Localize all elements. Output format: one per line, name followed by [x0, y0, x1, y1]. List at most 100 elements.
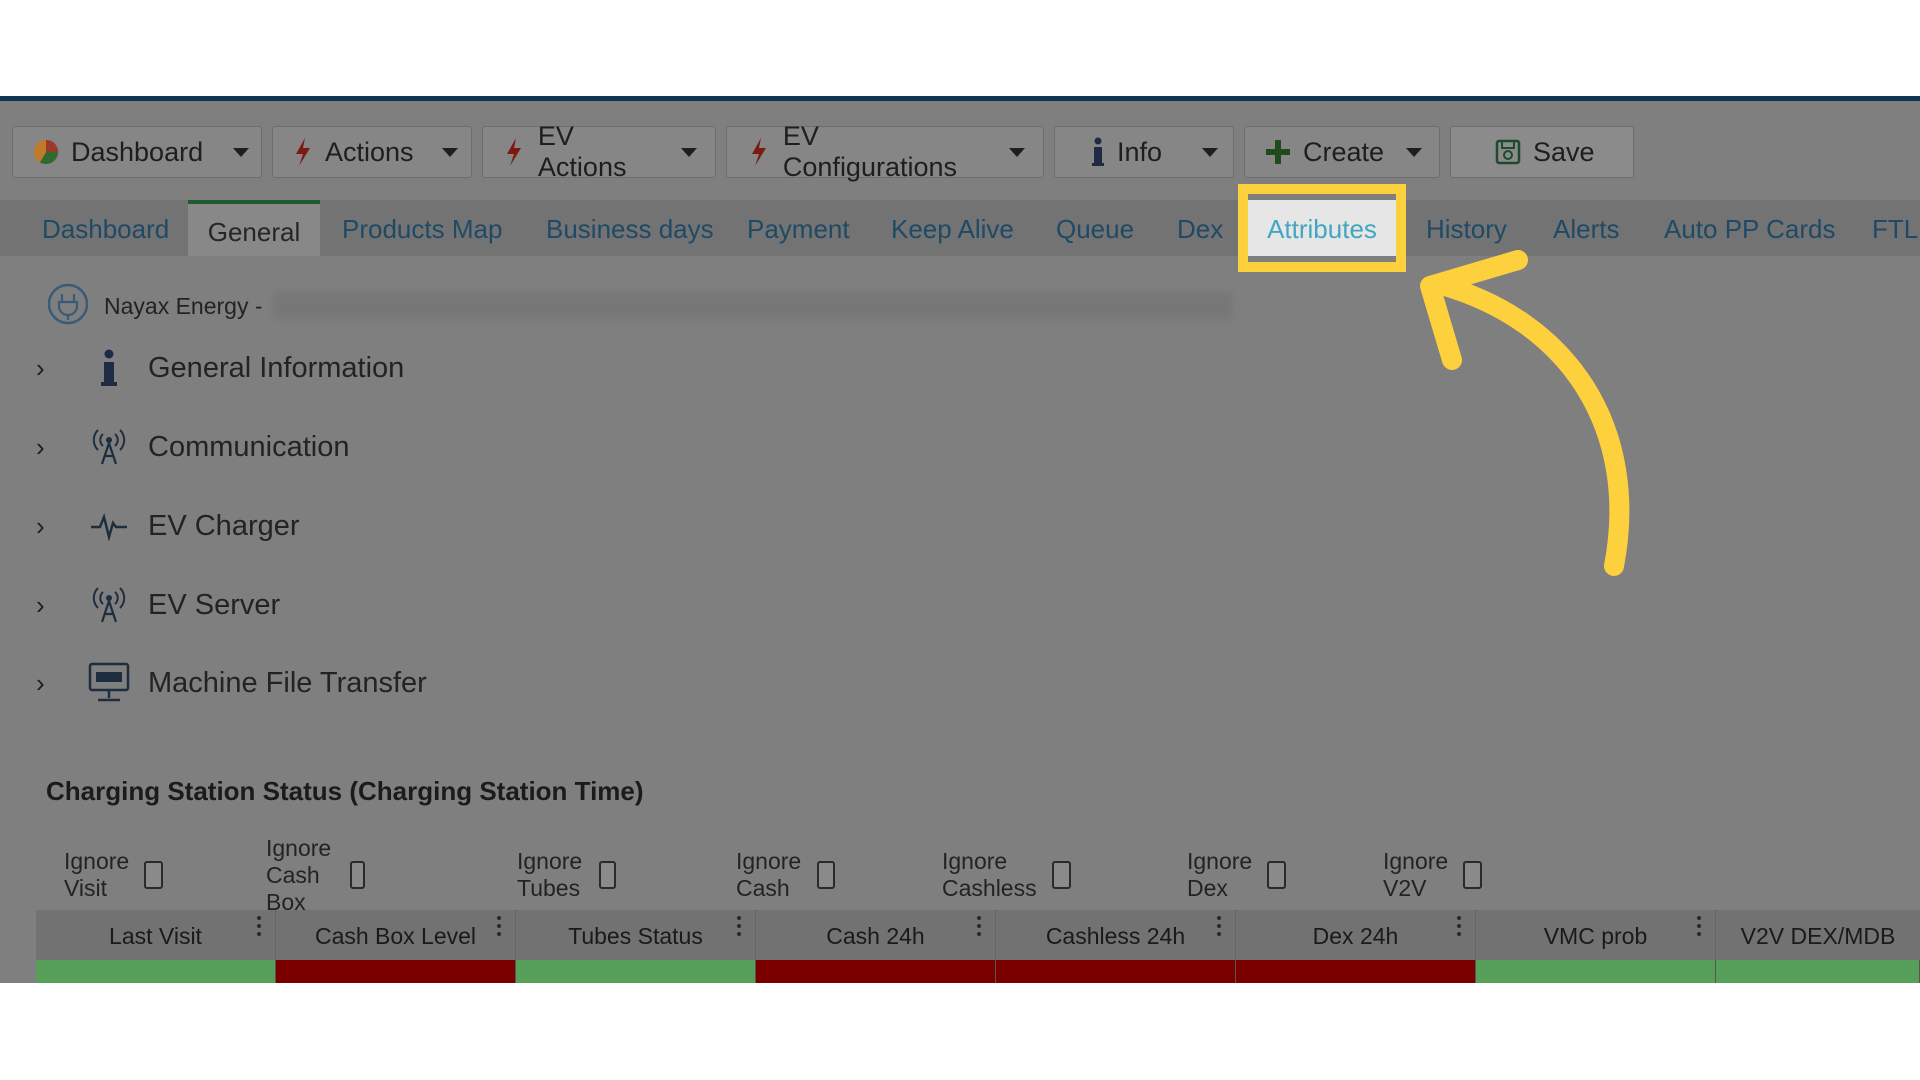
status-grid-row: [36, 960, 1920, 983]
dashboard-menu-label: Dashboard: [71, 136, 204, 167]
toolbar: Dashboard Actions EV Actions EV Configur…: [12, 121, 1634, 182]
section-general-information[interactable]: › General Information: [36, 340, 404, 396]
tab-history[interactable]: History: [1426, 200, 1507, 256]
section-ev-server[interactable]: › EV Server: [36, 577, 280, 633]
ignore-dex-checkbox[interactable]: [1266, 861, 1287, 889]
column-menu-icon[interactable]: [737, 916, 741, 940]
option-label: Ignore Cashless: [942, 848, 1037, 901]
ignore-v2v-option: Ignore V2V: [1383, 848, 1483, 901]
ignore-cash-box-checkbox[interactable]: [350, 861, 366, 889]
column-label: Last Visit: [109, 923, 202, 949]
column-header-cash-box-level[interactable]: Cash Box Level: [276, 910, 516, 960]
tab-dex[interactable]: Dex: [1177, 200, 1223, 256]
section-machine-file-transfer[interactable]: › Machine File Transfer: [36, 655, 427, 711]
column-header-dex-24h[interactable]: Dex 24h: [1236, 910, 1476, 960]
tab-queue[interactable]: Queue: [1056, 200, 1134, 256]
column-label: Cashless 24h: [1045, 923, 1186, 949]
section-communication[interactable]: › Communication: [36, 419, 349, 475]
column-header-last-visit[interactable]: Last Visit: [36, 910, 276, 960]
column-label: VMC prob: [1543, 923, 1648, 949]
tab-general[interactable]: General: [188, 200, 320, 256]
tab-keep-alive[interactable]: Keep Alive: [891, 200, 1014, 256]
column-menu-icon[interactable]: [497, 916, 501, 940]
option-label: Ignore Visit: [64, 848, 130, 901]
chevron-right-icon: ›: [36, 352, 45, 383]
column-menu-icon[interactable]: [257, 916, 261, 940]
antenna-icon: [86, 582, 132, 628]
ftp-monitor-icon: [86, 660, 132, 706]
column-label: Cash Box Level: [314, 923, 477, 949]
ignore-v2v-checkbox[interactable]: [1462, 861, 1483, 889]
ignore-visit-checkbox[interactable]: [143, 861, 164, 889]
column-menu-icon[interactable]: [1457, 916, 1461, 940]
chevron-down-icon: [441, 147, 458, 157]
dashboard-menu-button[interactable]: Dashboard: [12, 126, 262, 178]
section-title: EV Server: [148, 588, 281, 621]
section-ev-charger[interactable]: › EV Charger: [36, 498, 300, 554]
section-title: EV Charger: [148, 509, 300, 542]
column-menu-icon[interactable]: [1217, 916, 1221, 940]
column-label: V2V DEX/MDB: [1740, 923, 1896, 949]
tab-dashboard[interactable]: Dashboard: [42, 200, 169, 256]
info-menu-label: Info: [1117, 136, 1163, 167]
save-label: Save: [1533, 136, 1595, 167]
ignore-cashless-option: Ignore Cashless: [942, 848, 1071, 901]
ignore-cash-option: Ignore Cash: [736, 848, 836, 901]
device-header: Nayax Energy -: [46, 283, 1233, 326]
device-name-redacted: [272, 292, 1233, 320]
column-label: Cash 24h: [826, 923, 925, 949]
option-label: Ignore Cash Box: [266, 834, 332, 915]
ignore-cashless-checkbox[interactable]: [1051, 861, 1071, 889]
actions-menu-button[interactable]: Actions: [272, 126, 472, 178]
chevron-right-icon: ›: [36, 667, 45, 698]
status-cell: [996, 960, 1236, 983]
chevron-down-icon: [681, 147, 697, 157]
ignore-tubes-checkbox[interactable]: [598, 861, 617, 889]
info-menu-button[interactable]: Info: [1054, 126, 1234, 178]
status-grid-header: Last Visit Cash Box Level Tubes Status C…: [36, 910, 1920, 960]
status-cell: [756, 960, 996, 983]
column-menu-icon[interactable]: [1697, 916, 1701, 940]
column-label: Dex 24h: [1312, 923, 1399, 949]
column-header-cashless-24h[interactable]: Cashless 24h: [996, 910, 1236, 960]
option-label: Ignore Dex: [1187, 848, 1253, 901]
power-plug-icon: [46, 282, 90, 331]
ignore-cash-checkbox[interactable]: [816, 861, 836, 889]
chevron-down-icon: [1009, 147, 1025, 157]
device-label: Nayax Energy -: [104, 292, 263, 319]
option-label: Ignore V2V: [1383, 848, 1449, 901]
tab-alerts[interactable]: Alerts: [1553, 200, 1619, 256]
column-header-v2v-dex-mdb[interactable]: V2V DEX/MDB: [1716, 910, 1920, 960]
status-title: Charging Station Status (Charging Statio…: [46, 776, 644, 806]
pie-chart-icon: [33, 137, 59, 167]
column-header-cash-24h[interactable]: Cash 24h: [756, 910, 996, 960]
chevron-down-icon: [233, 147, 250, 157]
section-title: Communication: [148, 430, 350, 463]
chevron-down-icon: [1202, 147, 1219, 157]
app-frame: Dashboard Actions EV Actions EV Configur…: [0, 96, 1920, 983]
tab-products-map[interactable]: Products Map: [342, 200, 502, 256]
option-label: Ignore Cash: [736, 848, 802, 901]
ev-configurations-menu-label: EV Configurations: [782, 121, 958, 182]
tab-auto-pp-cards[interactable]: Auto PP Cards: [1664, 200, 1836, 256]
column-header-vmc-prob[interactable]: VMC prob: [1476, 910, 1716, 960]
tab-business-days[interactable]: Business days: [546, 200, 714, 256]
create-menu-button[interactable]: Create: [1244, 126, 1440, 178]
column-menu-icon[interactable]: [977, 916, 981, 940]
chevron-down-icon: [1406, 147, 1423, 157]
tab-payment[interactable]: Payment: [747, 200, 850, 256]
ev-actions-menu-button[interactable]: EV Actions: [482, 121, 716, 182]
save-button[interactable]: Save: [1450, 126, 1634, 178]
top-border: [0, 96, 1920, 101]
status-cell: [36, 960, 276, 983]
column-header-tubes-status[interactable]: Tubes Status: [516, 910, 756, 960]
actions-menu-label: Actions: [325, 136, 414, 167]
tab-ftl[interactable]: FTL: [1872, 200, 1918, 256]
chevron-right-icon: ›: [36, 431, 45, 462]
status-cell: [516, 960, 756, 983]
plus-icon: [1265, 137, 1291, 167]
tab-bar: Dashboard General Products Map Business …: [0, 200, 1920, 256]
pulse-icon: [86, 503, 132, 549]
ev-configurations-menu-button[interactable]: EV Configurations: [726, 121, 1044, 182]
chevron-right-icon: ›: [36, 589, 45, 620]
